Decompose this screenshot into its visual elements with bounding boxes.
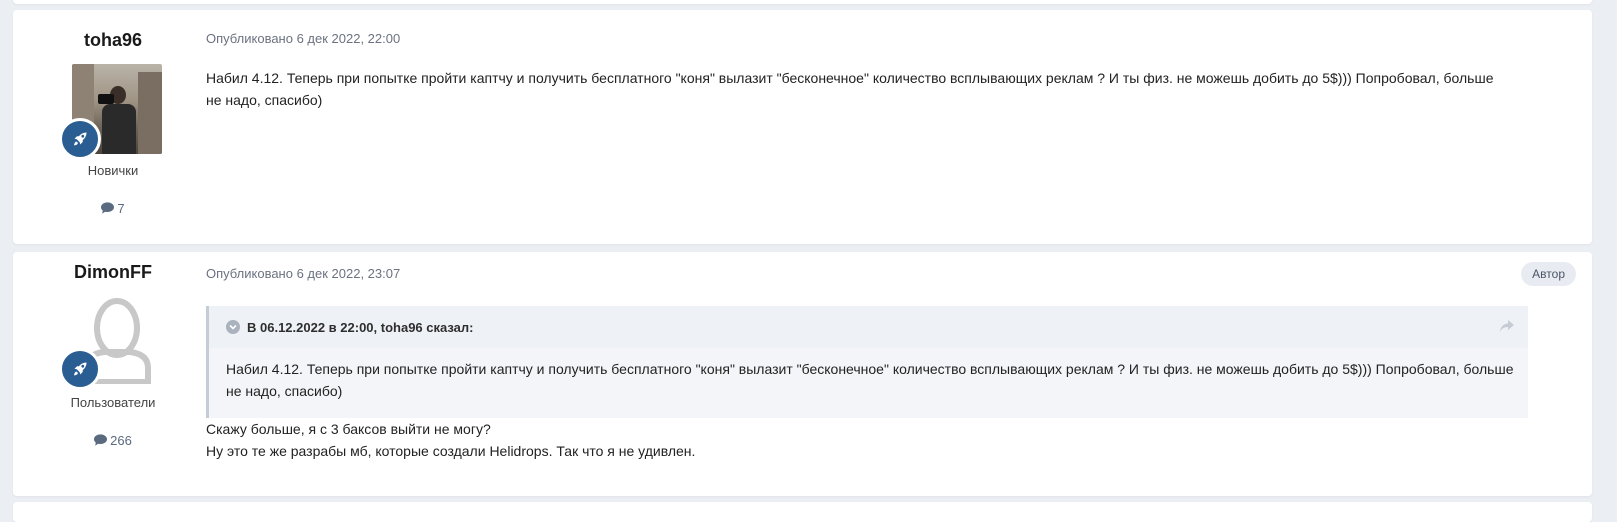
author-name-link[interactable]: DimonFF bbox=[13, 262, 213, 283]
post-date-link[interactable]: Опубликовано 6 дек 2022, 22:00 bbox=[206, 31, 400, 46]
author-name-link[interactable]: toha96 bbox=[13, 30, 213, 51]
quote-citation[interactable]: В 06.12.2022 в 22:00, toha96 сказал: bbox=[247, 320, 474, 335]
quote-block: В 06.12.2022 в 22:00, toha96 сказал: Наб… bbox=[206, 306, 1528, 418]
post-content-line: Скажу больше, я с 3 баксов выйти не могу… bbox=[206, 421, 491, 437]
comment-icon bbox=[101, 202, 115, 214]
post-count[interactable]: 266 bbox=[13, 433, 213, 448]
post-date-link[interactable]: Опубликовано 6 дек 2022, 23:07 bbox=[206, 266, 400, 281]
post-count[interactable]: 7 bbox=[13, 201, 213, 216]
avatar[interactable] bbox=[59, 64, 162, 160]
author-badge: Автор bbox=[1521, 262, 1576, 286]
comment-icon bbox=[94, 434, 108, 446]
user-group: Пользователи bbox=[70, 395, 156, 410]
post-content-line: Ну это те же разрабы мб, которые создали… bbox=[206, 443, 696, 459]
previous-post-edge bbox=[13, 0, 1592, 4]
chevron-down-icon[interactable] bbox=[226, 320, 240, 334]
rocket-icon bbox=[59, 118, 101, 160]
next-post-edge bbox=[13, 502, 1592, 522]
post-content: Набил 4.12. Теперь при попытке пройти ка… bbox=[206, 70, 1494, 108]
quote-text: Набил 4.12. Теперь при попытке пройти ка… bbox=[226, 361, 1514, 399]
user-group: Новички bbox=[87, 163, 139, 178]
forum-post: toha96 Новички 7 Опубликовано 6 дек 2022… bbox=[13, 10, 1592, 244]
rocket-icon bbox=[59, 348, 101, 390]
share-icon[interactable] bbox=[1500, 320, 1514, 335]
post-content: Скажу больше, я с 3 баксов выйти не могу… bbox=[206, 418, 1506, 462]
forum-post: DimonFF Пользователи 266 Опубликовано 6 … bbox=[13, 252, 1592, 496]
post-count-value: 7 bbox=[117, 201, 125, 216]
post-count-value: 266 bbox=[110, 433, 132, 448]
avatar[interactable] bbox=[59, 294, 162, 390]
quote-header: В 06.12.2022 в 22:00, toha96 сказал: bbox=[209, 306, 1528, 348]
